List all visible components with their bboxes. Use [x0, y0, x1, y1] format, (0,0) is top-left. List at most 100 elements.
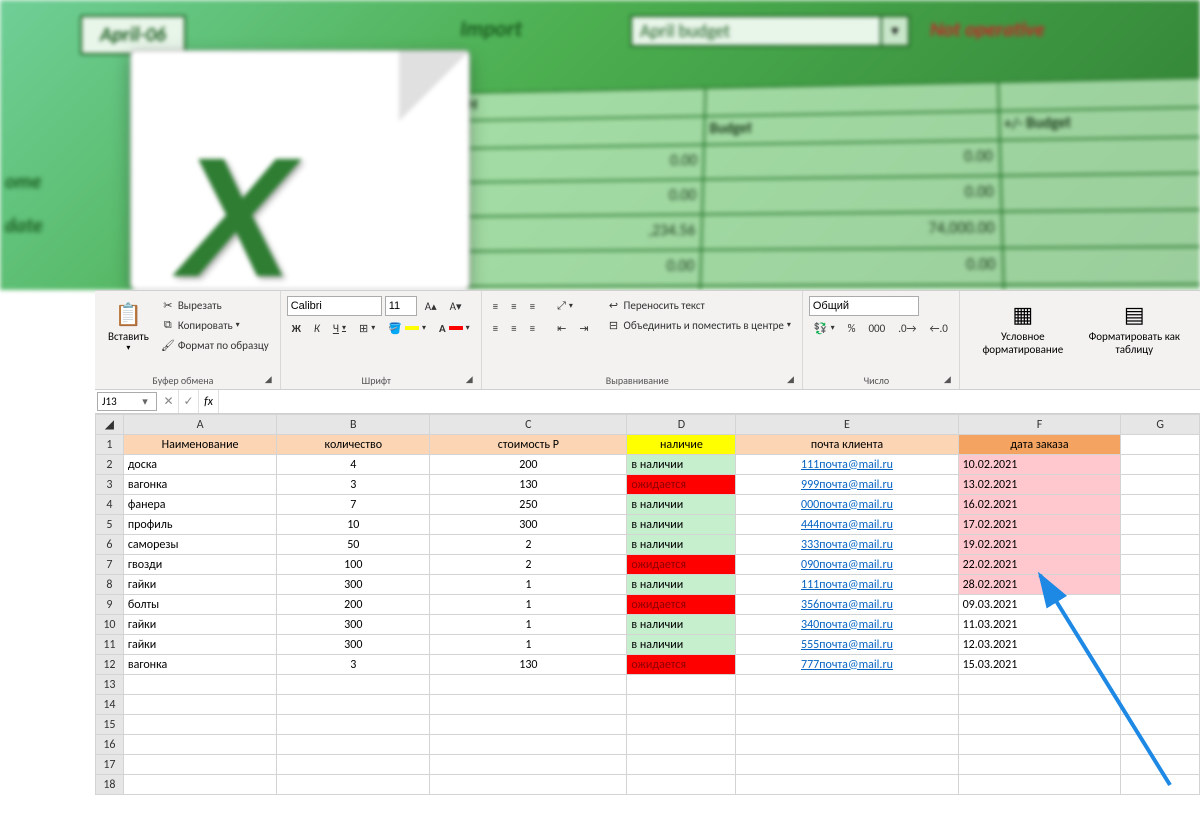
cut-button[interactable]: ✂Вырезать [156, 295, 274, 315]
cell[interactable] [430, 715, 627, 735]
cell[interactable]: в наличии [627, 495, 736, 515]
decrease-decimal-button[interactable]: ←.0 [925, 319, 953, 338]
col-header-C[interactable]: C [430, 415, 627, 435]
cell[interactable] [736, 755, 958, 775]
cell[interactable]: стоимость Р [430, 435, 627, 455]
cell[interactable]: в наличии [627, 535, 736, 555]
row-header[interactable]: 16 [96, 735, 124, 755]
cell[interactable] [958, 735, 1121, 755]
dialog-launcher-icon[interactable]: ◢ [265, 374, 272, 385]
cell[interactable]: 130 [430, 475, 627, 495]
cell[interactable] [736, 675, 958, 695]
cell[interactable] [627, 695, 736, 715]
cell[interactable] [277, 735, 430, 755]
row-header[interactable]: 18 [96, 775, 124, 795]
email-link[interactable]: 999почта@mail.ru [736, 475, 958, 495]
font-size-select[interactable] [385, 296, 417, 316]
row-header[interactable]: 5 [96, 515, 124, 535]
email-link[interactable]: 090почта@mail.ru [736, 555, 958, 575]
cell[interactable]: болты [123, 595, 276, 615]
cell[interactable]: вагонка [123, 655, 276, 675]
cell[interactable] [958, 675, 1121, 695]
merge-center-button[interactable]: ⊟Объединить и поместить в центре▾ [602, 315, 796, 335]
comma-button[interactable]: 000 [863, 319, 890, 338]
cell[interactable] [1121, 515, 1200, 535]
cell[interactable] [627, 675, 736, 695]
font-name-select[interactable] [287, 296, 382, 316]
cell[interactable]: 15.03.2021 [958, 655, 1121, 675]
cell[interactable] [736, 775, 958, 795]
row-header[interactable]: 1 [96, 435, 124, 455]
percent-button[interactable]: % [843, 319, 861, 338]
cell[interactable] [123, 715, 276, 735]
cell[interactable] [1121, 735, 1200, 755]
borders-button[interactable]: ⊞▾ [354, 319, 380, 338]
cell[interactable]: 3 [277, 475, 430, 495]
col-header-E[interactable]: E [736, 415, 958, 435]
cell[interactable]: 10.02.2021 [958, 455, 1121, 475]
row-header[interactable]: 8 [96, 575, 124, 595]
cell[interactable] [430, 675, 627, 695]
dialog-launcher-icon[interactable]: ◢ [944, 374, 951, 385]
align-center-button[interactable]: ≡ [506, 319, 521, 338]
cell[interactable] [1121, 635, 1200, 655]
row-header[interactable]: 4 [96, 495, 124, 515]
cell[interactable]: 1 [430, 575, 627, 595]
cell[interactable] [736, 695, 958, 715]
cell[interactable] [958, 715, 1121, 735]
wrap-text-button[interactable]: ↩Переносить текст [602, 295, 796, 315]
cell[interactable]: 7 [277, 495, 430, 515]
cell[interactable]: 17.02.2021 [958, 515, 1121, 535]
formula-input[interactable] [219, 390, 1200, 413]
cell[interactable] [627, 735, 736, 755]
cell[interactable]: 200 [277, 595, 430, 615]
currency-button[interactable]: 💱▾ [809, 319, 840, 338]
cell[interactable] [1121, 595, 1200, 615]
cell[interactable]: в наличии [627, 455, 736, 475]
bold-button[interactable]: Ж [287, 319, 306, 338]
align-right-button[interactable]: ≡ [525, 319, 540, 338]
cell[interactable] [627, 715, 736, 735]
cell[interactable] [736, 735, 958, 755]
cell[interactable] [123, 695, 276, 715]
cell[interactable]: ожидается [627, 655, 736, 675]
cell[interactable]: 130 [430, 655, 627, 675]
cell[interactable] [430, 735, 627, 755]
fx-button[interactable]: fx [199, 390, 219, 413]
conditional-formatting-button[interactable]: ▦ Условное форматирование [966, 295, 1080, 387]
col-header-B[interactable]: B [277, 415, 430, 435]
cell[interactable] [1121, 555, 1200, 575]
cell[interactable] [1121, 535, 1200, 555]
underline-button[interactable]: Ч▾ [328, 319, 351, 338]
cell[interactable] [277, 675, 430, 695]
cell[interactable] [627, 755, 736, 775]
email-link[interactable]: 356почта@mail.ru [736, 595, 958, 615]
row-header[interactable]: 10 [96, 615, 124, 635]
cell[interactable]: количество [277, 435, 430, 455]
col-header-A[interactable]: A [123, 415, 276, 435]
cell[interactable]: 1 [430, 635, 627, 655]
cell[interactable] [123, 735, 276, 755]
cell[interactable]: в наличии [627, 575, 736, 595]
cell[interactable] [1121, 615, 1200, 635]
cell[interactable]: 11.03.2021 [958, 615, 1121, 635]
copy-button[interactable]: ⧉Копировать▾ [156, 315, 274, 335]
row-header[interactable]: 2 [96, 455, 124, 475]
cell[interactable]: дата заказа [958, 435, 1121, 455]
cell[interactable]: 2 [430, 535, 627, 555]
cell[interactable]: фанера [123, 495, 276, 515]
cell[interactable] [123, 755, 276, 775]
cell[interactable]: вагонка [123, 475, 276, 495]
select-all-corner[interactable]: ◢ [96, 415, 124, 435]
row-header[interactable]: 11 [96, 635, 124, 655]
cell[interactable] [277, 695, 430, 715]
cell[interactable]: ожидается [627, 475, 736, 495]
chevron-down-icon[interactable]: ▾ [138, 395, 152, 408]
cell[interactable] [1121, 575, 1200, 595]
cell[interactable] [1121, 655, 1200, 675]
email-link[interactable]: 111почта@mail.ru [736, 575, 958, 595]
cell[interactable]: 09.03.2021 [958, 595, 1121, 615]
cell[interactable] [1121, 455, 1200, 475]
cell[interactable]: 100 [277, 555, 430, 575]
fill-color-button[interactable]: 🪣▾ [383, 319, 431, 338]
